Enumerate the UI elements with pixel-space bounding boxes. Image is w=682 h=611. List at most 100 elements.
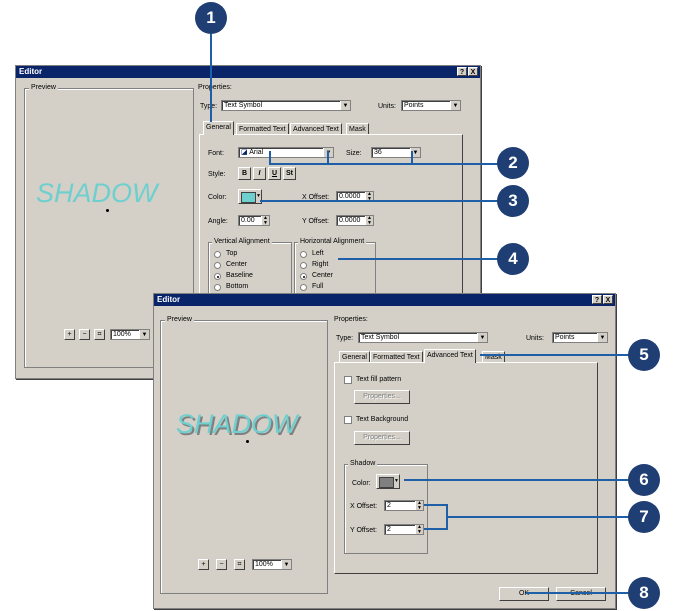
callout-4: 4: [497, 243, 529, 275]
title-bar[interactable]: Editor ? X: [16, 66, 480, 78]
callout-5: 5: [628, 339, 660, 371]
chevron-down-icon[interactable]: ▼: [139, 330, 149, 339]
callout-7-leader-top: [424, 504, 448, 506]
radio-left-label: Left: [312, 250, 324, 257]
zoom-out-button[interactable]: −: [79, 329, 90, 340]
units-select[interactable]: Points ▼: [401, 100, 461, 111]
help-button[interactable]: ?: [592, 295, 602, 304]
color-picker-button[interactable]: ▼: [238, 189, 262, 204]
zoom-in-button[interactable]: +: [64, 329, 75, 340]
zoom-select[interactable]: 100% ▼: [252, 559, 292, 570]
preview-group: [160, 320, 328, 594]
fit-button[interactable]: ⌗: [234, 559, 245, 570]
strikethrough-button[interactable]: St: [283, 167, 296, 180]
radio-h-center[interactable]: [300, 273, 307, 280]
x-offset-value: 0.0000: [339, 193, 361, 200]
horizontal-alignment-label: Horizontal Alignment: [298, 238, 367, 245]
shadow-x-offset-input[interactable]: 2 ▲ ▼: [384, 500, 424, 511]
type-label: Type:: [336, 335, 354, 342]
window-title: Editor: [19, 67, 43, 76]
shadow-y-offset-value: 2: [387, 526, 391, 533]
y-offset-label: Y Offset:: [302, 218, 329, 225]
size-value: 36: [374, 149, 382, 156]
spinner-arrows-icon[interactable]: ▲ ▼: [415, 525, 423, 534]
radio-bottom[interactable]: [214, 284, 221, 291]
bold-button[interactable]: B: [238, 167, 251, 180]
radio-right[interactable]: [300, 262, 307, 269]
units-value: Points: [555, 334, 575, 341]
radio-top[interactable]: [214, 251, 221, 258]
font-label: Font:: [208, 150, 224, 157]
italic-button[interactable]: I: [253, 167, 266, 180]
radio-center[interactable]: [214, 262, 221, 269]
zoom-value: 100%: [255, 561, 273, 568]
callout-3: 3: [497, 185, 529, 217]
chevron-down-icon[interactable]: ▼: [597, 333, 607, 342]
text-fill-pattern-label: Text fill pattern: [356, 376, 402, 383]
help-button[interactable]: ?: [457, 67, 467, 76]
radio-baseline[interactable]: [214, 273, 221, 280]
size-select[interactable]: 36 ▼: [371, 147, 421, 158]
anchor-point: [246, 440, 249, 443]
font-select[interactable]: ◪ Arial▼: [238, 147, 334, 158]
shadow-y-offset-input[interactable]: 2 ▲ ▼: [384, 524, 424, 535]
close-button[interactable]: X: [603, 295, 613, 304]
units-label: Units:: [526, 335, 544, 342]
callout-2: 2: [497, 147, 529, 179]
zoom-out-button[interactable]: −: [216, 559, 227, 570]
type-value: Text Symbol: [224, 102, 263, 109]
chevron-down-icon[interactable]: ▼: [477, 333, 487, 342]
y-offset-input[interactable]: 0.0000 ▲ ▼: [336, 215, 374, 226]
angle-value: 0.00: [241, 217, 255, 224]
underline-button[interactable]: U: [268, 167, 281, 180]
callout-1: 1: [195, 2, 227, 34]
shadow-color-button[interactable]: ▼: [376, 474, 400, 489]
callout-6-leader: [404, 479, 630, 481]
background-properties-button[interactable]: Properties...: [354, 431, 410, 445]
chevron-down-icon[interactable]: ▼: [340, 101, 350, 110]
text-background-checkbox[interactable]: [344, 416, 352, 424]
tab-general[interactable]: General: [203, 121, 234, 135]
callout-8: 8: [628, 577, 660, 609]
shadow-y-offset-label: Y Offset:: [350, 527, 377, 534]
angle-input[interactable]: 0.00 ▲ ▼: [238, 215, 270, 226]
zoom-in-button[interactable]: +: [198, 559, 209, 570]
preview-sample-text: SHADOW: [176, 409, 298, 439]
shadow-label: Shadow: [348, 460, 378, 467]
tab-advanced-text[interactable]: Advanced Text: [424, 349, 476, 363]
ok-button[interactable]: OK: [499, 587, 549, 601]
shadow-x-offset-value: 2: [387, 502, 391, 509]
spinner-arrows-icon[interactable]: ▲ ▼: [415, 501, 423, 510]
chevron-down-icon[interactable]: ▼: [281, 560, 291, 569]
units-select[interactable]: Points ▼: [552, 332, 608, 343]
anchor-point: [106, 209, 109, 212]
chevron-down-icon: ▼: [256, 193, 261, 199]
radio-baseline-label: Baseline: [226, 272, 253, 279]
callout-7-leader-bottom: [424, 528, 448, 530]
callout-5-leader: [480, 354, 630, 356]
shadow-color-label: Color:: [352, 480, 371, 487]
cancel-button[interactable]: Cancel: [556, 587, 606, 601]
fill-properties-button[interactable]: Properties...: [354, 390, 410, 404]
fit-button[interactable]: ⌗: [94, 329, 105, 340]
radio-full-label: Full: [312, 283, 324, 290]
radio-center-label: Center: [226, 261, 248, 268]
zoom-select[interactable]: 100% ▼: [110, 329, 150, 340]
spinner-arrows-icon[interactable]: ▲ ▼: [261, 216, 269, 225]
title-bar[interactable]: Editor ? X: [154, 294, 615, 306]
close-button[interactable]: X: [468, 67, 478, 76]
radio-full[interactable]: [300, 284, 307, 291]
preview-label: Preview: [165, 316, 194, 323]
type-select[interactable]: Text Symbol ▼: [221, 100, 351, 111]
radio-left[interactable]: [300, 251, 307, 258]
text-fill-pattern-checkbox[interactable]: [344, 376, 352, 384]
radio-h-center-label: Center: [312, 272, 334, 279]
editor-dialog-front: Editor ? X Preview SHADOW SHADOW + − ⌗ 1…: [153, 293, 616, 609]
spinner-arrows-icon[interactable]: ▲ ▼: [365, 216, 373, 225]
angle-label: Angle:: [208, 218, 228, 225]
chevron-down-icon[interactable]: ▼: [450, 101, 460, 110]
callout-2-leader-right: [411, 151, 413, 165]
callout-2-leader-h: [269, 163, 513, 165]
units-label: Units:: [378, 103, 396, 110]
type-select[interactable]: Text Symbol ▼: [358, 332, 488, 343]
